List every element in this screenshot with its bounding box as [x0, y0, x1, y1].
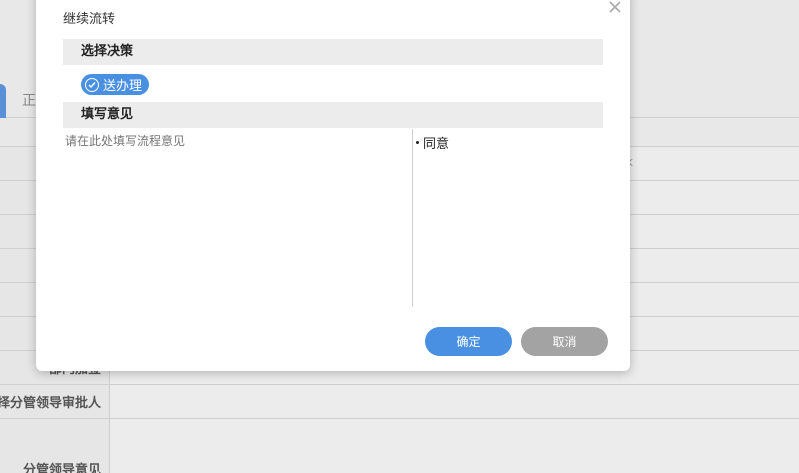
opinion-textarea[interactable] — [63, 129, 413, 307]
cancel-button[interactable]: 取消 — [521, 327, 608, 356]
decision-option-send[interactable]: 送办理 — [81, 74, 150, 95]
active-tab-indicator — [0, 84, 6, 118]
common-phrase-item[interactable]: 同意 — [416, 133, 601, 152]
form-row: 选择分管领导审批人 — [0, 384, 799, 418]
continue-flow-dialog: 继续流转 选择决策 送办理 填写意见 同意 确定 取消 — [36, 0, 630, 371]
phrase-label: 同意 — [423, 137, 450, 152]
form-row-label: 选择分管领导审批人 — [0, 385, 110, 418]
form-row-value[interactable] — [110, 419, 799, 473]
tab-main[interactable]: 正 — [22, 90, 36, 110]
check-circle-icon — [85, 77, 99, 92]
form-row: 分管领导意见 — [0, 418, 799, 473]
confirm-button[interactable]: 确定 — [425, 327, 512, 356]
decision-section-header: 选择决策 — [63, 39, 603, 65]
decision-option-label: 送办理 — [103, 79, 143, 94]
form-row-value[interactable] — [110, 385, 799, 418]
opinion-section-header: 填写意见 — [63, 102, 603, 128]
close-icon[interactable] — [608, 0, 622, 18]
dialog-title: 继续流转 — [63, 12, 116, 27]
bullet-icon — [416, 141, 419, 144]
common-phrase-list: 同意 — [414, 129, 603, 307]
form-row-label: 分管领导意见 — [0, 419, 110, 473]
